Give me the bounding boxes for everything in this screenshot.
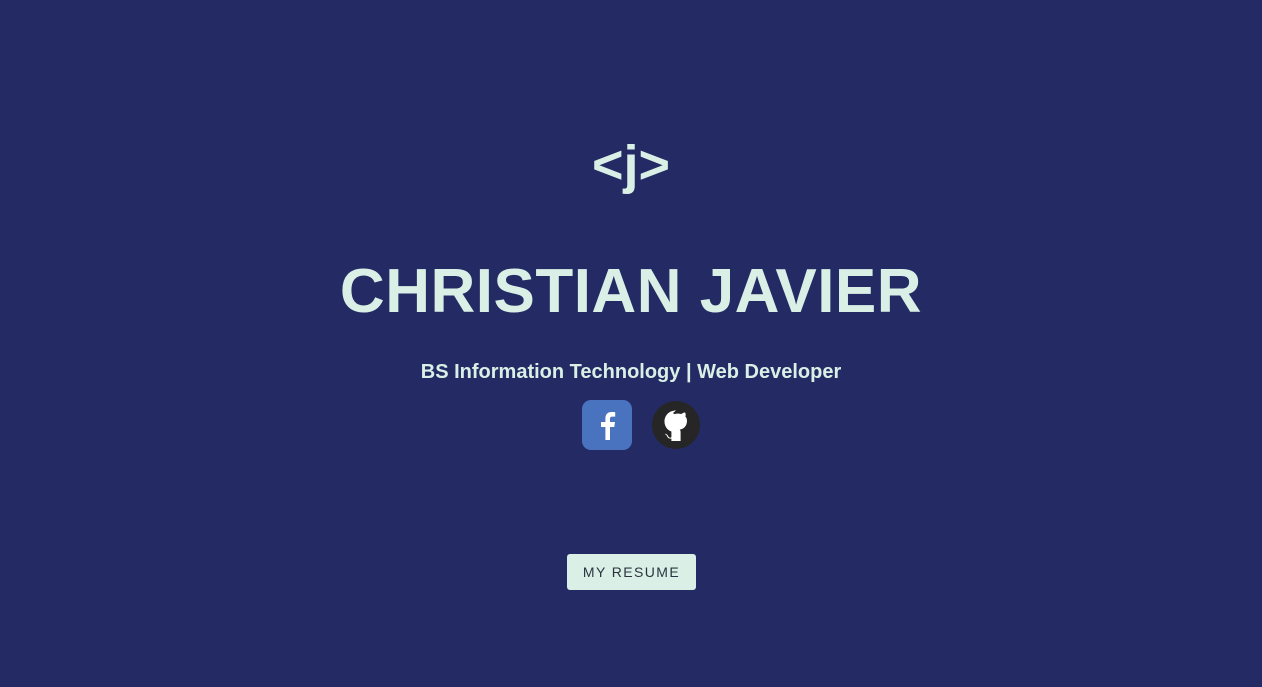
subtitle: BS Information Technology | Web Develope… [420,361,842,383]
logo: <j> [591,135,671,195]
facebook-icon [601,412,616,440]
facebook-link[interactable] [582,400,632,450]
github-link[interactable] [652,401,700,449]
resume-button[interactable]: MY RESUME [567,554,696,590]
page-title: CHRISTIAN JAVIER [339,257,923,326]
github-icon [664,410,687,441]
social-links [582,400,700,450]
